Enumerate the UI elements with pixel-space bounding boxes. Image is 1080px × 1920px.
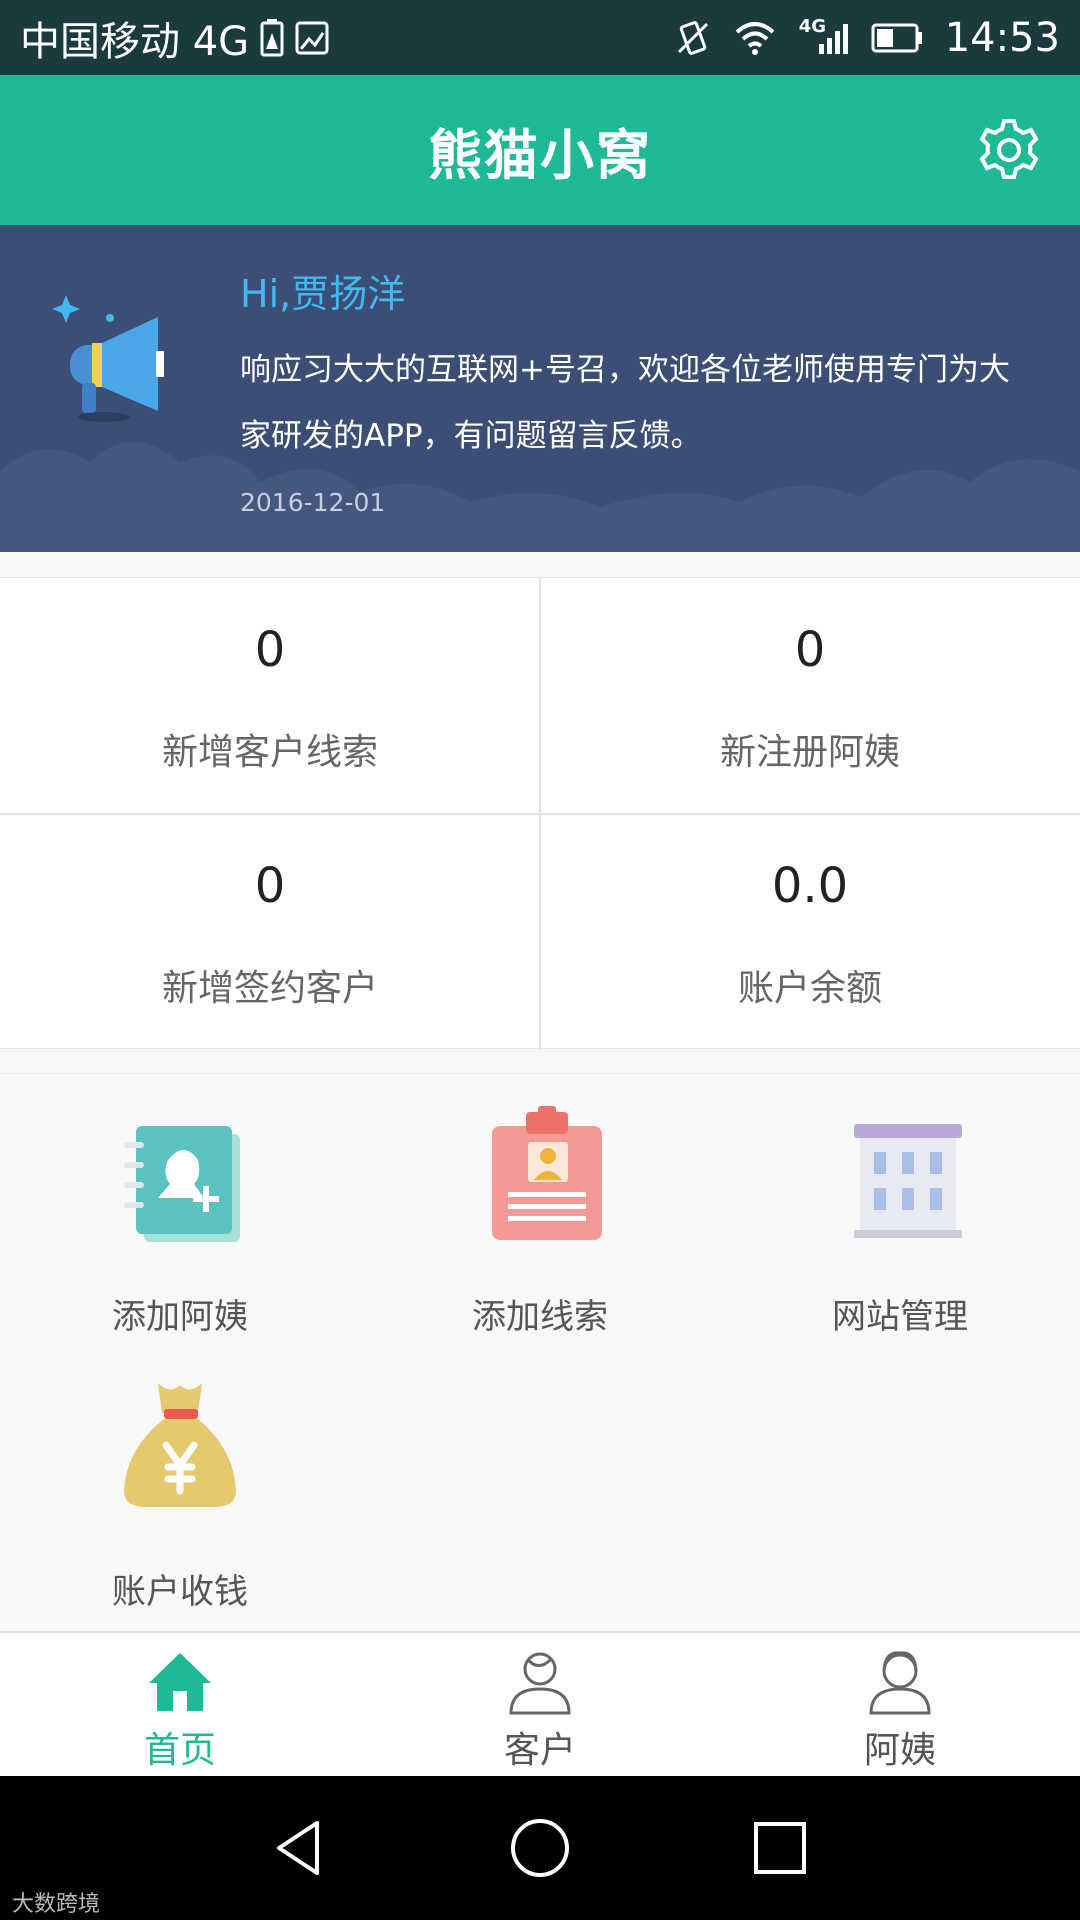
stat-account-balance[interactable]: 0.0 账户余额 [540,814,1080,1050]
tab-bar: 首页 客户 阿姨 [0,1631,1080,1776]
action-label: 账户收钱 [112,1572,248,1612]
app-header: 熊猫小窝 [0,75,1080,225]
page-title: 熊猫小窝 [428,123,652,187]
collect-payment-button[interactable]: 账户收钱 [0,1349,360,1612]
back-icon[interactable] [265,1813,335,1883]
notice-date: 2016-12-01 [240,488,386,517]
stat-value: 0 [254,858,286,914]
tab-home[interactable]: 首页 [0,1633,360,1776]
greeting: Hi,贾扬洋 [240,272,406,316]
tab-nannies[interactable]: 阿姨 [720,1633,1080,1776]
action-label: 添加线索 [472,1297,608,1337]
status-bar: 中国移动 4G 4G 14:53 [0,0,1080,75]
stat-value: 0.0 [771,858,849,914]
tab-label: 客户 [503,1730,576,1771]
battery-warning-icon [259,18,285,57]
status-left: 中国移动 4G [20,9,329,67]
notice-message: 响应习大大的互联网+号召，欢迎各位老师使用专门为大家研发的APP，有问题留言反馈… [240,352,1010,454]
megaphone-icon [52,295,164,422]
stat-new-leads[interactable]: 0 新增客户线索 [0,578,540,814]
add-nanny-button[interactable]: 添加阿姨 [0,1074,360,1337]
divider [0,813,1080,815]
wifi-icon [733,20,777,56]
customer-icon [509,1652,571,1715]
clipboard-badge-icon [492,1106,602,1240]
stat-label: 新注册阿姨 [719,732,900,773]
signal-icon: 4G [799,17,849,58]
stat-value: 0 [254,622,286,678]
quick-actions: 添加阿姨 添加线索 网站管理 账户收钱 [0,1073,1080,1631]
status-right: 4G 14:53 [675,15,1060,61]
stat-value: 0 [794,622,826,678]
carrier-label: 中国移动 4G [20,18,250,65]
system-nav-bar: 大数跨境 [0,1776,1080,1920]
add-contact-book-icon [124,1126,240,1242]
action-label: 网站管理 [832,1297,968,1337]
battery-icon [871,23,923,53]
gear-icon [979,119,1039,179]
recents-icon[interactable] [745,1813,815,1883]
notice-banner: Hi,贾扬洋 响应习大大的互联网+号召，欢迎各位老师使用专门为大家研发的APP，… [0,225,1080,552]
stat-label: 新增客户线索 [161,732,378,773]
add-lead-button[interactable]: 添加线索 [360,1074,720,1337]
tab-customers[interactable]: 客户 [360,1633,720,1776]
clock: 14:53 [944,14,1060,61]
vibrate-icon [675,18,711,58]
home-button-icon[interactable] [505,1813,575,1883]
stat-new-nannies[interactable]: 0 新注册阿姨 [540,578,1080,814]
watermark: 大数跨境 [12,1892,101,1917]
stat-label: 新增签约客户 [161,968,378,1009]
website-management-button[interactable]: 网站管理 [720,1074,1080,1337]
image-icon [295,21,329,55]
building-icon [854,1124,962,1238]
action-label: 添加阿姨 [112,1297,248,1337]
tab-label: 阿姨 [863,1730,936,1771]
settings-button[interactable] [974,115,1044,185]
nanny-icon [869,1651,931,1715]
home-icon [149,1653,211,1711]
stat-new-signed-customers[interactable]: 0 新增签约客户 [0,814,540,1050]
stat-label: 账户余额 [737,968,882,1009]
tab-label: 首页 [143,1730,216,1771]
money-bag-icon [124,1383,236,1507]
stats-grid: 0 新增客户线索 0 新注册阿姨 0 新增签约客户 0.0 账户余额 [0,577,1080,1050]
